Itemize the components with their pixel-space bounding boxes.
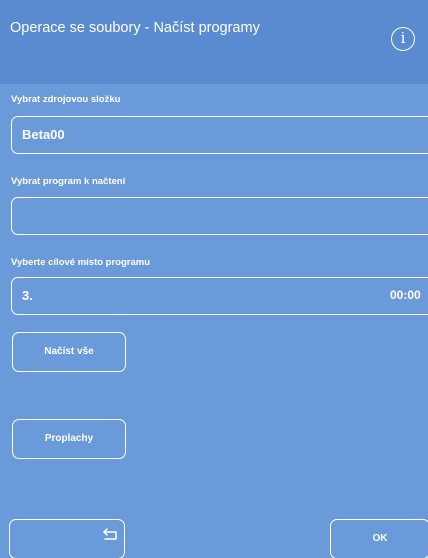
rinses-button[interactable]: Proplachy [12,419,126,459]
source-folder-value: Beta00 [22,127,65,142]
program-label: Vybrat program k načtení [11,176,126,187]
ok-button[interactable]: OK [330,519,428,558]
source-folder-field[interactable]: Beta00 [11,116,428,154]
back-button[interactable] [9,519,125,558]
source-folder-label: Vybrat zdrojovou složku [11,94,121,105]
back-arrow-icon [103,528,117,540]
header-bar: Operace se soubory - Načíst programy i [0,0,428,84]
destination-value: 3. [22,288,33,303]
screen: Operace se soubory - Načíst programy i V… [0,0,428,558]
destination-label: Vyberte cílové místo programu [11,257,151,268]
load-all-button[interactable]: Načíst vše [12,332,126,372]
page-title: Operace se soubory - Načíst programy [10,20,260,36]
info-icon[interactable]: i [391,27,415,51]
destination-time: 00:00 [390,288,421,302]
program-field[interactable] [11,197,428,235]
destination-field[interactable]: 3. 00:00 [11,277,428,315]
